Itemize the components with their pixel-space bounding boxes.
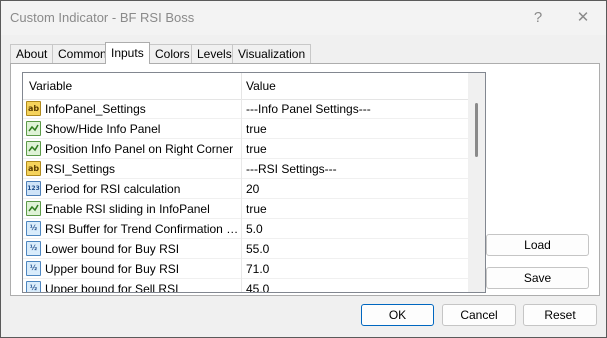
bool-icon — [26, 141, 41, 156]
double-icon: ½ — [26, 261, 41, 276]
table-row[interactable]: 123 Period for RSI calculation 20 — [23, 179, 468, 199]
custom-indicator-dialog: Custom Indicator - BF RSI Boss ? ✕ About… — [0, 0, 607, 338]
value-cell[interactable]: 71.0 — [242, 259, 468, 279]
int-icon: 123 — [26, 181, 41, 196]
variable-value[interactable]: 5.0 — [246, 222, 263, 236]
cancel-button[interactable]: Cancel — [442, 304, 516, 326]
close-button[interactable]: ✕ — [565, 5, 601, 31]
variable-name: InfoPanel_Settings — [45, 102, 146, 116]
help-button[interactable]: ? — [520, 5, 556, 31]
vertical-scrollbar[interactable] — [468, 73, 485, 292]
value-cell[interactable]: true — [242, 119, 468, 139]
double-icon: ½ — [26, 221, 41, 236]
bool-icon — [26, 121, 41, 136]
variable-value[interactable]: 55.0 — [246, 242, 269, 256]
variable-cell: ½ Upper bound for Buy RSI — [23, 259, 242, 279]
variable-cell: Position Info Panel on Right Corner — [23, 139, 242, 159]
value-cell[interactable]: 55.0 — [242, 239, 468, 259]
tab-visualization[interactable]: Visualization — [232, 44, 312, 63]
variable-cell: Show/Hide Info Panel — [23, 119, 242, 139]
tab-levels[interactable]: Levels — [191, 44, 238, 63]
variable-name: RSI_Settings — [45, 162, 116, 176]
table-row[interactable]: ab InfoPanel_Settings ---Info Panel Settin… — [23, 99, 468, 119]
string-icon: ab — [26, 101, 41, 116]
variable-name: Period for RSI calculation — [45, 182, 181, 196]
value-cell[interactable]: 5.0 — [242, 219, 468, 239]
variable-name: Show/Hide Info Panel — [45, 122, 161, 136]
value-cell[interactable]: ---Info Panel Settings--- — [242, 99, 468, 119]
table-row[interactable]: Position Info Panel on Right Corner true — [23, 139, 468, 159]
ok-button[interactable]: OK — [361, 304, 434, 326]
save-button[interactable]: Save — [486, 267, 589, 289]
variable-cell: ½ Upper bound for Sell RSI — [23, 279, 242, 293]
value-cell[interactable]: ---RSI Settings--- — [242, 159, 468, 179]
table-row[interactable]: Enable RSI sliding in InfoPanel true — [23, 199, 468, 219]
table-row[interactable]: ½ Upper bound for Buy RSI 71.0 — [23, 259, 468, 279]
variable-cell: ab InfoPanel_Settings — [23, 99, 242, 119]
reset-button[interactable]: Reset — [523, 304, 597, 326]
variable-name: RSI Buffer for Trend Confirmation (if en… — [45, 222, 240, 236]
variable-cell: ab RSI_Settings — [23, 159, 242, 179]
tab-inputs[interactable]: Inputs — [105, 42, 150, 64]
variable-value[interactable]: 20 — [246, 182, 259, 196]
variable-value[interactable]: true — [246, 142, 267, 156]
window-title: Custom Indicator - BF RSI Boss — [10, 10, 195, 25]
variable-name: Upper bound for Buy RSI — [45, 262, 180, 276]
tab-colors[interactable]: Colors — [149, 44, 196, 63]
column-header-value[interactable]: Value — [242, 73, 468, 99]
variable-name: Upper bound for Sell RSI — [45, 282, 179, 293]
grid-header: Variable Value — [23, 73, 468, 100]
load-button[interactable]: Load — [486, 234, 589, 256]
table-row[interactable]: ½ RSI Buffer for Trend Confirmation (if e… — [23, 219, 468, 239]
variable-value[interactable]: 71.0 — [246, 262, 269, 276]
string-icon: ab — [26, 161, 41, 176]
tab-common[interactable]: Common — [52, 44, 113, 63]
value-cell[interactable]: 20 — [242, 179, 468, 199]
tab-about[interactable]: About — [10, 44, 54, 63]
value-cell[interactable]: true — [242, 139, 468, 159]
table-row[interactable]: ½ Lower bound for Buy RSI 55.0 — [23, 239, 468, 259]
variable-name: Lower bound for Buy RSI — [45, 242, 180, 256]
variable-cell: Enable RSI sliding in InfoPanel — [23, 199, 242, 219]
table-row[interactable]: ab RSI_Settings ---RSI Settings--- — [23, 159, 468, 179]
inputs-grid: Variable Value ab InfoPanel_Settings ---In… — [22, 72, 486, 293]
double-icon: ½ — [26, 281, 41, 292]
variable-cell: 123 Period for RSI calculation — [23, 179, 242, 199]
table-row[interactable]: ½ Upper bound for Sell RSI 45.0 — [23, 279, 468, 293]
value-cell[interactable]: 45.0 — [242, 279, 468, 292]
variable-value[interactable]: true — [246, 122, 267, 136]
variable-name: Position Info Panel on Right Corner — [45, 142, 234, 156]
value-cell[interactable]: true — [242, 199, 468, 219]
column-header-variable[interactable]: Variable — [23, 73, 242, 99]
bool-icon — [26, 201, 41, 216]
double-icon: ½ — [26, 241, 41, 256]
title-bar: Custom Indicator - BF RSI Boss ? ✕ — [1, 1, 606, 35]
variable-value[interactable]: 45.0 — [246, 282, 269, 292]
variable-value[interactable]: ---Info Panel Settings--- — [246, 102, 371, 116]
variable-cell: ½ Lower bound for Buy RSI — [23, 239, 242, 259]
variable-value[interactable]: ---RSI Settings--- — [246, 162, 337, 176]
scrollbar-thumb[interactable] — [475, 103, 478, 157]
variable-cell: ½ RSI Buffer for Trend Confirmation (if e… — [23, 219, 242, 239]
inputs-panel: Variable Value ab InfoPanel_Settings ---In… — [10, 63, 600, 296]
table-row[interactable]: Show/Hide Info Panel true — [23, 119, 468, 139]
variable-name: Enable RSI sliding in InfoPanel — [45, 202, 210, 216]
variable-value[interactable]: true — [246, 202, 267, 216]
